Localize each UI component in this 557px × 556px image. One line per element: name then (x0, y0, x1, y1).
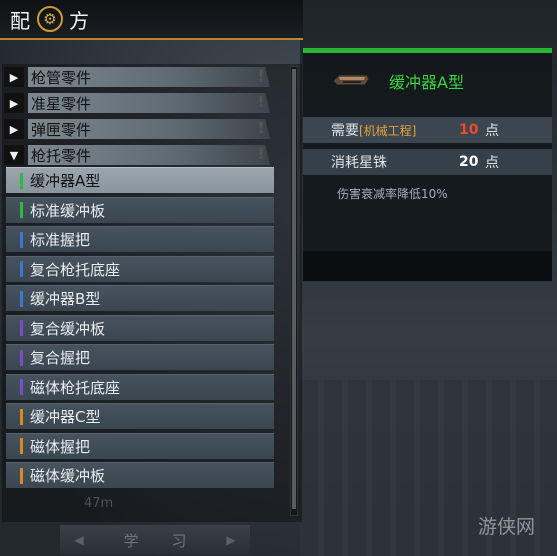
title-right: 方 (69, 8, 90, 33)
cost-value: 20 (459, 154, 479, 170)
detail-footer (303, 251, 552, 281)
category-label: 枪管零件 (28, 67, 270, 87)
item-name: 缓冲器A型 (389, 73, 464, 92)
alert-icon: ! (257, 66, 265, 85)
category-row[interactable]: ▶ 枪管零件! (4, 66, 270, 88)
recipe-item[interactable]: 磁体握把 (6, 432, 274, 459)
scroll-thumb[interactable] (292, 69, 296, 509)
list-scrollbar[interactable] (290, 66, 298, 516)
recipe-item[interactable]: 标准握把 (6, 226, 274, 252)
recipe-item-label: 磁体枪托底座 (30, 378, 121, 397)
triangle-right-icon[interactable]: ▶ (226, 533, 235, 547)
recipe-item-label: 缓冲器A型 (30, 172, 101, 190)
faded-distance-label: 47m (84, 496, 114, 511)
requirement-row-skill: 需要[机械工程] 10 点 (303, 117, 552, 143)
recipe-item[interactable]: 标准缓冲板 (6, 196, 274, 223)
rarity-bar (20, 172, 23, 189)
rarity-bar (20, 231, 23, 248)
buffer-part-icon (331, 71, 371, 89)
learn-bar: ◀ 学 习 ▶ (60, 525, 250, 555)
recipe-item-label: 复合枪托底座 (30, 260, 121, 279)
requirement-value: 10 (459, 122, 479, 138)
recipe-item-label: 复合缓冲板 (30, 319, 106, 338)
recipe-item-label: 磁体缓冲板 (30, 467, 106, 485)
requirement-label: 需要 (331, 123, 359, 139)
cost-label: 消耗星铢 (331, 155, 387, 171)
recipe-item-label: 标准握把 (30, 231, 91, 249)
recipe-item-label: 缓冲器C型 (30, 408, 101, 426)
category-label: 准星零件 (28, 93, 270, 113)
rarity-bar (20, 290, 23, 307)
item-description: 伤害衰减率降低10% (337, 187, 448, 201)
gear-hex-icon: ⚙ (37, 6, 63, 32)
arrow-right-icon[interactable]: ▶ (4, 67, 24, 87)
watermark-logo: 游侠网 (478, 516, 536, 538)
title-bar: 配 ⚙ 方 (0, 0, 303, 40)
recipe-item[interactable]: 复合缓冲板 (6, 314, 274, 341)
recipe-item[interactable]: 缓冲器A型 (6, 167, 274, 193)
arrow-right-icon[interactable]: ▶ (4, 119, 24, 139)
requirement-tag: [机械工程] (359, 124, 417, 138)
learn-button[interactable]: 学 习 (110, 530, 201, 551)
triangle-left-icon[interactable]: ◀ (74, 533, 83, 547)
category-label: 枪托零件 (28, 145, 270, 165)
category-label: 弹匣零件 (28, 119, 270, 139)
category-row[interactable]: ▶ 准星零件! (4, 92, 270, 114)
recipe-item[interactable]: 复合枪托底座 (6, 255, 274, 282)
arrow-right-icon[interactable]: ▶ (4, 93, 24, 113)
recipe-item[interactable]: 磁体缓冲板 (6, 462, 274, 488)
rarity-bar (20, 467, 23, 484)
rarity-bar (20, 408, 23, 425)
recipe-item-label: 标准缓冲板 (30, 201, 106, 220)
recipe-item-label: 磁体握把 (30, 437, 91, 456)
recipe-item[interactable]: 复合握把 (6, 344, 274, 370)
rarity-bar (20, 202, 23, 218)
category-row[interactable]: ▶ 弹匣零件! (4, 118, 270, 140)
recipe-item[interactable]: 缓冲器B型 (6, 285, 274, 311)
alert-icon: ! (257, 92, 265, 111)
recipe-item-label: 复合握把 (30, 349, 91, 367)
rarity-bar (20, 379, 23, 395)
requirement-unit: 点 (485, 123, 499, 139)
rarity-bar (20, 261, 23, 277)
recipe-item-label: 缓冲器B型 (30, 290, 101, 308)
alert-icon: ! (257, 118, 265, 137)
recipe-item[interactable]: 缓冲器C型 (6, 403, 274, 429)
arrow-down-icon[interactable]: ▼ (4, 145, 24, 165)
recipe-detail-panel: 缓冲器A型 需要[机械工程] 10 点 消耗星铢 20 点 伤害衰减率降低10% (303, 48, 552, 281)
cost-unit: 点 (485, 155, 499, 171)
rarity-bar (20, 349, 23, 366)
requirement-row-cost: 消耗星铢 20 点 (303, 149, 552, 175)
category-row[interactable]: ▼ 枪托零件! (4, 144, 270, 166)
rarity-bar (20, 438, 23, 454)
recipe-item[interactable]: 磁体枪托底座 (6, 373, 274, 400)
rarity-bar (20, 320, 23, 336)
title-left: 配 (10, 8, 31, 33)
alert-icon: ! (257, 144, 265, 163)
